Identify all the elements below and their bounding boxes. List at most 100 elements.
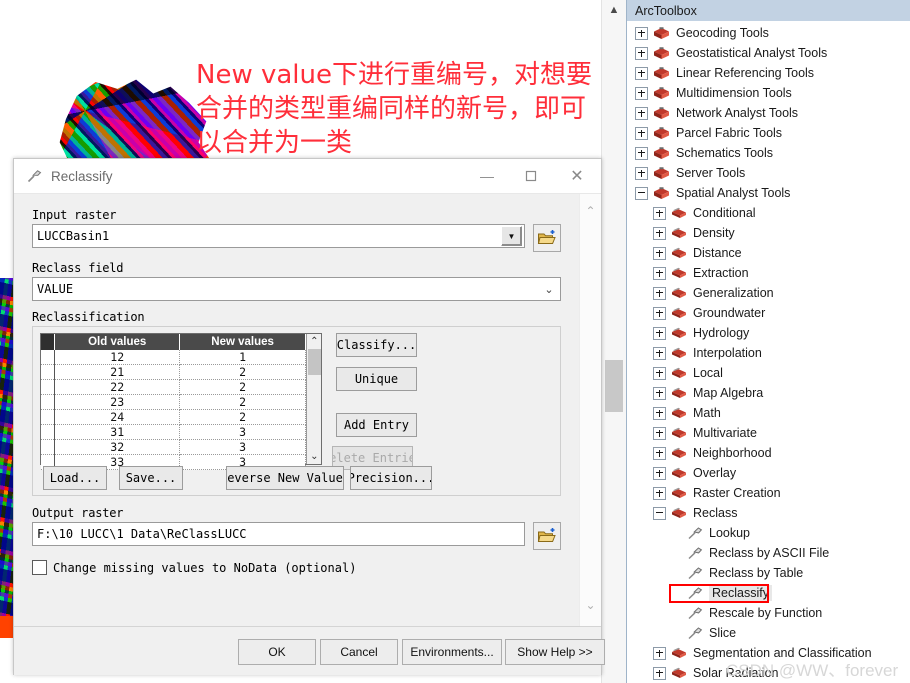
expand-plus-icon[interactable]: [653, 346, 666, 360]
reverse-new-values-button[interactable]: Reverse New Values: [226, 466, 344, 490]
dialog-vertical-scrollbar[interactable]: ⌃ ⌄: [579, 194, 601, 626]
toolbox-item-neighborhood[interactable]: Neighborhood: [627, 443, 910, 463]
toolbox-item-density[interactable]: Density: [627, 223, 910, 243]
toolbox-item-parcel-fabric-tools[interactable]: Parcel Fabric Tools: [627, 123, 910, 143]
cell-old-value[interactable]: 22: [54, 379, 181, 395]
scroll-down-icon[interactable]: ⌄: [307, 450, 322, 463]
scroll-down-icon[interactable]: ⌄: [580, 594, 601, 616]
table-row[interactable]: 23 2: [41, 394, 306, 410]
reclass-field-value[interactable]: VALUE: [33, 282, 538, 296]
expand-plus-icon[interactable]: [653, 386, 666, 400]
table-row[interactable]: 32 3: [41, 439, 306, 455]
row-selector-cell[interactable]: [41, 350, 55, 365]
scroll-up-icon[interactable]: ▲: [602, 0, 626, 20]
toolbox-item-schematics-tools[interactable]: Schematics Tools: [627, 143, 910, 163]
table-row[interactable]: 24 2: [41, 409, 306, 425]
cell-new-value[interactable]: 3: [179, 424, 306, 440]
scrollbar-thumb[interactable]: [307, 349, 321, 375]
environments-button[interactable]: Environments...: [402, 639, 502, 665]
expand-plus-icon[interactable]: [653, 286, 666, 300]
expand-plus-icon[interactable]: [653, 226, 666, 240]
cell-new-value[interactable]: 1: [179, 350, 306, 365]
change-missing-values-checkbox[interactable]: [32, 560, 47, 575]
collapse-minus-icon[interactable]: [635, 186, 648, 200]
toolbox-item-reclass[interactable]: Reclass: [627, 503, 910, 523]
expand-plus-icon[interactable]: [635, 146, 648, 160]
cell-old-value[interactable]: 32: [54, 439, 181, 455]
reclassification-table[interactable]: Old values New values 12 1 21 2 22 2 23 2 24 2 31 3…: [41, 334, 306, 470]
dialog-titlebar[interactable]: Reclassify — ✕: [14, 159, 601, 194]
cell-new-value[interactable]: 3: [179, 439, 306, 455]
row-selector-cell[interactable]: [41, 394, 55, 410]
output-raster-input[interactable]: F:\10 LUCC\1 Data\ReClassLUCC: [32, 522, 525, 546]
cell-old-value[interactable]: 31: [54, 424, 181, 440]
change-missing-values-row[interactable]: Change missing values to NoData (optiona…: [32, 560, 561, 575]
expand-plus-icon[interactable]: [653, 326, 666, 340]
cell-new-value[interactable]: 2: [179, 394, 306, 410]
scroll-up-icon[interactable]: ⌃: [307, 335, 322, 348]
toolbox-item-reclassify[interactable]: Reclassify: [627, 583, 910, 603]
close-button[interactable]: ✕: [553, 159, 601, 193]
scrollbar-thumb[interactable]: [605, 360, 623, 412]
expand-plus-icon[interactable]: [635, 126, 648, 140]
collapse-minus-icon[interactable]: [653, 506, 666, 520]
expand-plus-icon[interactable]: [653, 666, 666, 680]
row-selector-cell[interactable]: [41, 409, 55, 425]
toolbox-item-geocoding-tools[interactable]: Geocoding Tools: [627, 23, 910, 43]
input-raster-browse-button[interactable]: [533, 224, 561, 252]
expand-plus-icon[interactable]: [635, 66, 648, 80]
toolbox-item-multivariate[interactable]: Multivariate: [627, 423, 910, 443]
input-raster-combo[interactable]: LUCCBasin1 ▼: [32, 224, 525, 248]
map-vertical-scrollbar[interactable]: ▲: [601, 0, 627, 683]
toolbox-item-overlay[interactable]: Overlay: [627, 463, 910, 483]
column-header-old-values[interactable]: Old values: [54, 334, 181, 350]
toolbox-item-generalization[interactable]: Generalization: [627, 283, 910, 303]
table-vertical-scrollbar[interactable]: ⌃ ⌄: [305, 334, 322, 464]
cell-old-value[interactable]: 23: [54, 394, 181, 410]
expand-plus-icon[interactable]: [653, 646, 666, 660]
toolbox-item-network-analyst-tools[interactable]: Network Analyst Tools: [627, 103, 910, 123]
toolbox-item-conditional[interactable]: Conditional: [627, 203, 910, 223]
cell-old-value[interactable]: 21: [54, 364, 181, 380]
expand-plus-icon[interactable]: [653, 446, 666, 460]
toolbox-item-spatial-analyst-tools[interactable]: Spatial Analyst Tools: [627, 183, 910, 203]
expand-plus-icon[interactable]: [653, 426, 666, 440]
row-selector-cell[interactable]: [41, 439, 55, 455]
scroll-up-icon[interactable]: ⌃: [580, 200, 601, 222]
toolbox-item-hydrology[interactable]: Hydrology: [627, 323, 910, 343]
expand-plus-icon[interactable]: [653, 206, 666, 220]
expand-plus-icon[interactable]: [653, 246, 666, 260]
toolbox-item-geostatistical-analyst-tools[interactable]: Geostatistical Analyst Tools: [627, 43, 910, 63]
toolbox-item-interpolation[interactable]: Interpolation: [627, 343, 910, 363]
toolbox-item-map-algebra[interactable]: Map Algebra: [627, 383, 910, 403]
toolbox-item-local[interactable]: Local: [627, 363, 910, 383]
unique-button[interactable]: Unique: [336, 367, 417, 391]
minimize-button[interactable]: —: [465, 159, 509, 193]
toolbox-item-server-tools[interactable]: Server Tools: [627, 163, 910, 183]
cell-new-value[interactable]: 2: [179, 409, 306, 425]
expand-plus-icon[interactable]: [653, 486, 666, 500]
column-header-new-values[interactable]: New values: [179, 334, 306, 350]
save-button[interactable]: Save...: [119, 466, 183, 490]
expand-plus-icon[interactable]: [635, 26, 648, 40]
expand-plus-icon[interactable]: [653, 406, 666, 420]
toolbox-item-linear-referencing-tools[interactable]: Linear Referencing Tools: [627, 63, 910, 83]
output-raster-value[interactable]: F:\10 LUCC\1 Data\ReClassLUCC: [33, 527, 524, 541]
precision-button[interactable]: Precision...: [350, 466, 432, 490]
output-raster-browse-button[interactable]: [533, 522, 561, 550]
expand-plus-icon[interactable]: [635, 106, 648, 120]
chevron-down-icon[interactable]: ⌄: [538, 283, 560, 296]
cell-old-value[interactable]: 24: [54, 409, 181, 425]
load-button[interactable]: Load...: [43, 466, 107, 490]
table-row[interactable]: 21 2: [41, 364, 306, 380]
toolbox-item-reclass-by-ascii-file[interactable]: Reclass by ASCII File: [627, 543, 910, 563]
expand-plus-icon[interactable]: [653, 366, 666, 380]
cell-new-value[interactable]: 2: [179, 379, 306, 395]
reclass-field-combo[interactable]: VALUE ⌄: [32, 277, 561, 301]
chevron-down-icon[interactable]: ▼: [501, 226, 522, 246]
toolbox-item-lookup[interactable]: Lookup: [627, 523, 910, 543]
toolbox-item-slice[interactable]: Slice: [627, 623, 910, 643]
toolbox-item-groundwater[interactable]: Groundwater: [627, 303, 910, 323]
input-raster-value[interactable]: LUCCBasin1: [33, 229, 501, 243]
toolbox-item-raster-creation[interactable]: Raster Creation: [627, 483, 910, 503]
